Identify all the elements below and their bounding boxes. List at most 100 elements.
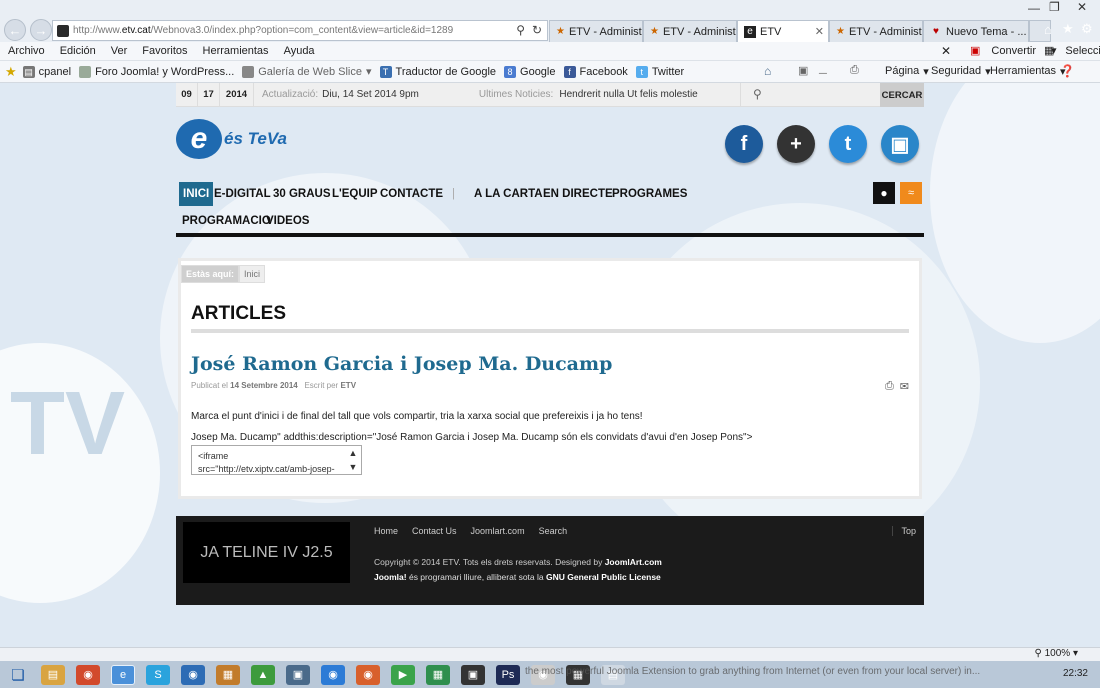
close-window-icon[interactable]: ✕: [1077, 0, 1087, 14]
browser-tab[interactable]: ★ETV - Administr...: [549, 20, 643, 42]
fav-google-translate[interactable]: T Traductor de Google: [379, 65, 496, 78]
browser-tab[interactable]: ★ETV - Administr...: [643, 20, 737, 42]
browser-tab[interactable]: ♥ Nuevo Tema - ...: [923, 20, 1029, 42]
user-icon[interactable]: ●: [873, 182, 895, 204]
app-taskbar-icon[interactable]: ▲: [251, 664, 275, 685]
app-taskbar-icon[interactable]: ◉: [356, 664, 380, 685]
facebook-icon[interactable]: f: [725, 125, 763, 163]
license-link[interactable]: GNU General Public License: [546, 572, 661, 582]
fav-web-slice[interactable]: Galería de Web Slice ▾: [242, 65, 372, 78]
seguridad-menu[interactable]: Seguridad ▾: [931, 65, 991, 78]
app-taskbar-icon[interactable]: ▣: [286, 664, 310, 685]
pagina-menu[interactable]: Página ▾: [885, 65, 929, 78]
article-title[interactable]: José Ramon Garcia i Josep Ma. Ducamp: [191, 353, 612, 375]
menu-herramientas[interactable]: Herramientas: [203, 45, 269, 57]
footer-link-home[interactable]: Home: [374, 526, 398, 536]
chrome-taskbar-icon[interactable]: ◉: [76, 664, 100, 685]
app-taskbar-icon[interactable]: ▦: [426, 664, 450, 685]
nav-lequip[interactable]: L'EQUIP: [328, 182, 382, 206]
nav-programes[interactable]: PROGRAMES: [608, 182, 691, 206]
fav-google[interactable]: 8 Google: [504, 65, 556, 78]
start-button[interactable]: ❏: [6, 665, 30, 685]
mail-icon[interactable]: ⚊: [818, 64, 828, 77]
nav-a-la-carta[interactable]: A LA CARTA: [470, 182, 547, 206]
section-title: ARTICLES: [191, 303, 286, 324]
back-to-top-link[interactable]: Top: [892, 526, 916, 536]
address-bar[interactable]: http://www. etv.cat/Webnova3.0/index.php?…: [52, 20, 548, 41]
help-icon[interactable]: ❓: [1060, 64, 1075, 78]
nav-e-digital[interactable]: E-DIGITAL: [210, 182, 275, 206]
home-page-icon[interactable]: ⌂: [764, 64, 771, 78]
search-input[interactable]: ⚲: [740, 83, 880, 107]
explorer-taskbar-icon[interactable]: ▤: [41, 664, 65, 685]
print-icon[interactable]: ⎙: [885, 380, 894, 393]
favorites-star-icon[interactable]: ★: [1062, 21, 1074, 37]
maximize-icon[interactable]: ❐: [1049, 0, 1060, 14]
nav-30-graus[interactable]: 30 GRAUS: [269, 182, 335, 206]
nav-inici[interactable]: INICI: [179, 182, 214, 206]
windows-taskbar: ❏ ▤ ◉ e S ◉ ▦ ▲ ▣ ◉ ◉ ▶ ▦ ▣ Ps ◉ ▦ ▤ the…: [0, 661, 1100, 688]
home-icon[interactable]: ⌂: [1044, 22, 1052, 37]
app-taskbar-icon[interactable]: ◉: [321, 664, 345, 685]
fav-foro-joomla[interactable]: Foro Joomla! y WordPress...: [79, 65, 234, 78]
designer-link[interactable]: JoomlArt.com: [605, 557, 662, 567]
minimize-icon[interactable]: —: [1028, 1, 1040, 15]
search-icon: ⚲: [753, 87, 762, 101]
print-icon[interactable]: ⎙: [850, 64, 859, 77]
close-toolbar-icon[interactable]: ✕: [941, 44, 951, 58]
play-taskbar-icon[interactable]: ▶: [391, 664, 415, 685]
google-plus-icon[interactable]: +: [777, 125, 815, 163]
rss-icon[interactable]: ≈: [900, 182, 922, 204]
menu-archivo[interactable]: Archivo: [8, 45, 45, 57]
menu-ver[interactable]: Ver: [111, 45, 128, 57]
scroll-down-icon[interactable]: ▼: [347, 461, 359, 473]
seguridad-label: Seguridad: [931, 65, 982, 77]
refresh-icon[interactable]: ↻: [532, 23, 542, 37]
fav-cpanel[interactable]: ▤ cpanel: [22, 65, 71, 78]
footer-link-joomlart[interactable]: Joomlart.com: [471, 526, 525, 536]
search-button[interactable]: CERCAR: [880, 83, 924, 107]
joomla-link[interactable]: Joomla!: [374, 572, 407, 582]
skype-taskbar-icon[interactable]: S: [146, 664, 170, 685]
footer-link-search[interactable]: Search: [539, 526, 568, 536]
feeds-icon[interactable]: ▣: [798, 64, 808, 77]
nav-en-directe[interactable]: EN DIRECTE: [539, 182, 617, 206]
herramientas-menu[interactable]: Herramientas ▾: [990, 65, 1066, 78]
twitter-icon[interactable]: t: [829, 125, 867, 163]
app-taskbar-icon[interactable]: ◉: [181, 664, 205, 685]
menu-edicion[interactable]: Edición: [60, 45, 96, 57]
app-taskbar-icon[interactable]: ▦: [216, 664, 240, 685]
close-tab-icon[interactable]: ✕: [815, 25, 824, 38]
fav-facebook[interactable]: f Facebook: [563, 65, 628, 78]
breadcrumb-home-link[interactable]: Inici: [239, 265, 266, 283]
nav-videos[interactable]: VIDEOS: [262, 209, 313, 233]
footer-link-contact[interactable]: Contact Us: [412, 526, 457, 536]
menu-bar: Archivo Edición Ver Favoritos Herramient…: [0, 42, 1100, 61]
photoshop-taskbar-icon[interactable]: Ps: [496, 664, 520, 685]
scroll-up-icon[interactable]: ▲: [347, 447, 359, 459]
favorites-star-icon[interactable]: ★: [5, 64, 17, 80]
back-button[interactable]: ←: [4, 19, 26, 41]
browser-tab-active[interactable]: e ETV ✕: [737, 20, 829, 42]
browser-tab[interactable]: ★ETV - Administr...: [829, 20, 923, 42]
nav-contacte[interactable]: CONTACTE: [376, 182, 447, 206]
forward-button[interactable]: →: [30, 19, 52, 41]
app-taskbar-icon[interactable]: ▣: [461, 664, 485, 685]
email-icon[interactable]: ✉: [900, 380, 909, 393]
tumblr-icon[interactable]: ▣: [881, 125, 919, 163]
internet-explorer-taskbar-icon[interactable]: e: [111, 664, 135, 685]
site-logo[interactable]: e: [176, 119, 222, 159]
fav-twitter[interactable]: t Twitter: [635, 65, 684, 78]
menu-ayuda[interactable]: Ayuda: [284, 45, 315, 57]
gear-icon[interactable]: ⚙: [1081, 21, 1093, 37]
url-prefix: http://www.: [73, 25, 122, 36]
search-icon[interactable]: ⚲: [516, 23, 525, 37]
zoom-control[interactable]: ⚲ 100% ▾: [1035, 648, 1079, 659]
nav-programacio[interactable]: PROGRAMACIO: [178, 209, 275, 233]
embed-code-textarea[interactable]: <iframe src="http://etv.xiptv.cat/amb-jo…: [191, 445, 362, 475]
seleccionar-button[interactable]: ▦ Seleccionar: [1036, 44, 1100, 58]
system-clock[interactable]: 22:32: [1063, 668, 1088, 679]
news-headline[interactable]: Hendrerit nulla Ut felis molestie: [559, 89, 697, 100]
menu-favoritos[interactable]: Favoritos: [142, 45, 187, 57]
zoom-icon: ⚲: [1034, 648, 1042, 659]
